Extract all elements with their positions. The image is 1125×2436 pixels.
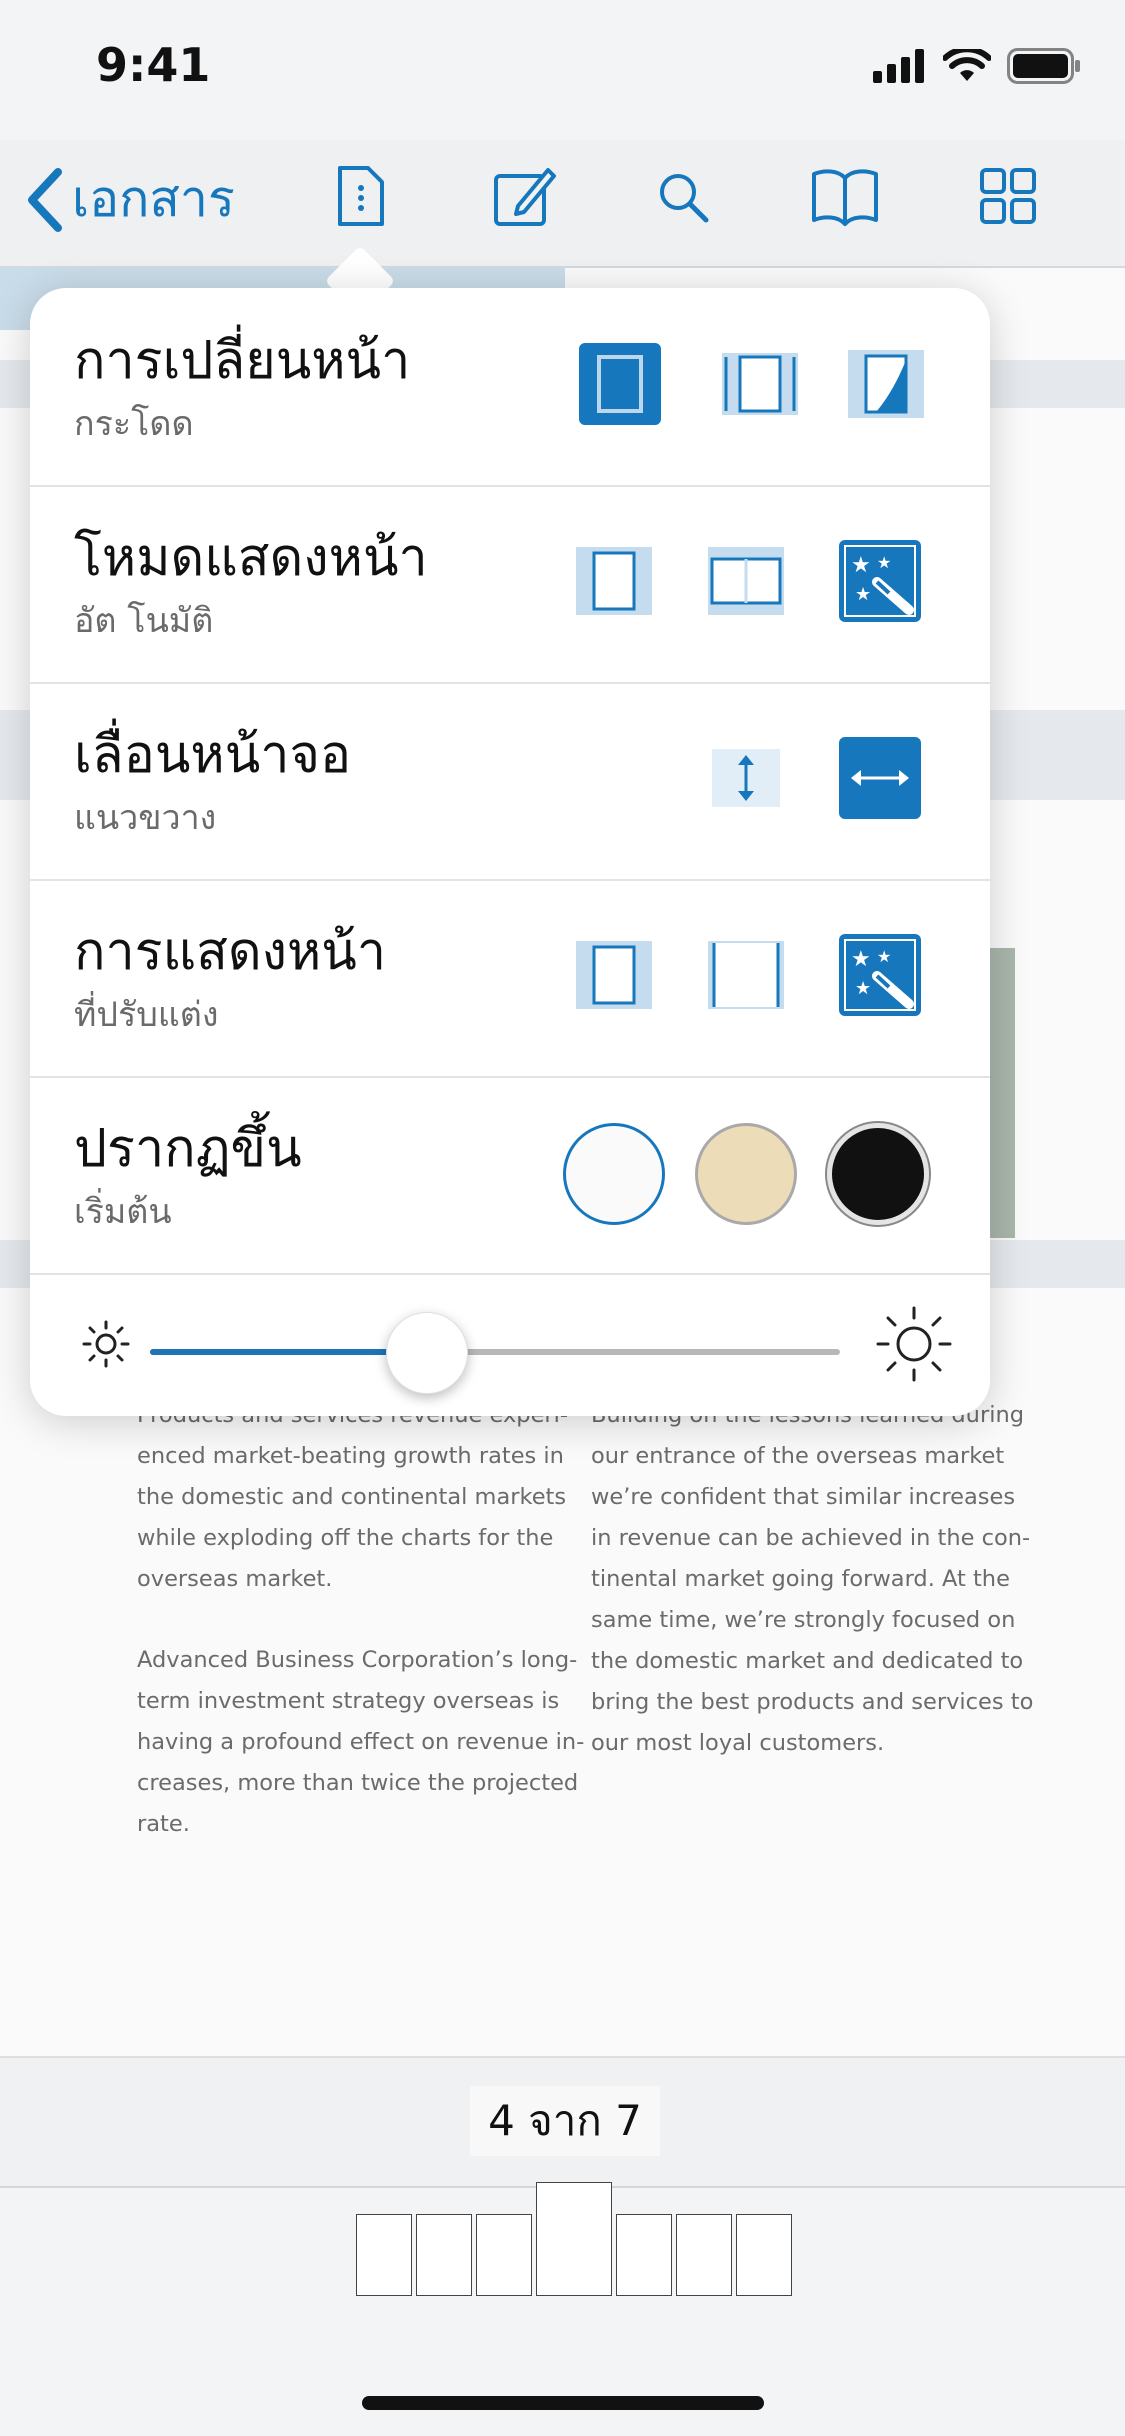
transition-jump-option[interactable] <box>572 336 668 432</box>
grid-view-icon[interactable] <box>978 164 1038 228</box>
row-appearance: ปรากฏขึ้น เริ่มต้น <box>30 1076 990 1275</box>
mode-single-page-option[interactable] <box>566 533 662 629</box>
svg-text:★: ★ <box>877 553 891 572</box>
svg-text:★: ★ <box>855 978 871 999</box>
document-options-icon[interactable] <box>336 164 386 228</box>
appearance-dark-option[interactable] <box>825 1121 931 1227</box>
mode-auto-option[interactable]: ★ ★ ★ <box>832 533 928 629</box>
page-thumbnail[interactable] <box>616 2214 672 2296</box>
sepia-swatch <box>695 1123 797 1225</box>
page-indicator: 4 จาก 7 <box>470 2086 660 2156</box>
row-subtitle: แนวขวาง <box>74 798 217 838</box>
single-page-icon <box>576 547 652 615</box>
row-subtitle: เริ่มต้น <box>74 1192 172 1232</box>
row-page-transition: การเปลี่ยนหน้า กระโดด <box>30 288 990 487</box>
row-page-display: การแสดงหน้า ที่ปรับแต่ง ★ ★ ★ <box>30 879 990 1078</box>
transition-curl-option[interactable] <box>838 336 934 432</box>
fit-page-icon <box>576 941 652 1009</box>
svg-text:★: ★ <box>851 553 871 578</box>
svg-text:★: ★ <box>855 584 871 605</box>
row-subtitle: ที่ปรับแต่ง <box>74 995 219 1035</box>
battery-icon <box>1007 48 1080 84</box>
horizontal-arrows-selected-icon <box>839 737 921 819</box>
view-settings-popover: การเปลี่ยนหน้า กระโดด โหมดแสดงหน้า อัต โ… <box>30 288 990 1416</box>
page-thumbnail[interactable] <box>536 2182 612 2296</box>
brightness-slider-fill <box>150 1349 426 1355</box>
row-title: โหมดแสดงหน้า <box>74 528 428 588</box>
scroll-vertical-option[interactable] <box>698 730 794 826</box>
white-swatch <box>563 1123 665 1225</box>
single-page-selected-icon <box>579 343 661 425</box>
display-fit-page-option[interactable] <box>566 927 662 1023</box>
display-custom-option[interactable]: ★ ★ ★ <box>832 927 928 1023</box>
page-thumbnail[interactable] <box>676 2214 732 2296</box>
brightness-high-icon <box>876 1306 952 1382</box>
magic-wand-selected-icon: ★ ★ ★ <box>839 934 921 1016</box>
appearance-sepia-option[interactable] <box>694 1122 798 1226</box>
page-thumbnail[interactable] <box>356 2214 412 2296</box>
page-thumbnail[interactable] <box>476 2214 532 2296</box>
status-time: 9:41 <box>96 38 211 92</box>
display-fit-width-option[interactable] <box>698 927 794 1023</box>
row-scroll: เลื่อนหน้าจอ แนวขวาง <box>30 682 990 881</box>
magic-wand-selected-icon: ★ ★ ★ <box>839 540 921 622</box>
wifi-icon <box>943 49 991 81</box>
row-title: เลื่อนหน้าจอ <box>74 725 352 785</box>
brightness-slider-thumb[interactable] <box>386 1312 468 1394</box>
transition-slide-option[interactable] <box>712 336 808 432</box>
document-left-column: Products and services revenue experi- en… <box>137 1395 597 1885</box>
mode-two-page-option[interactable] <box>698 533 794 629</box>
annotate-icon[interactable] <box>492 164 558 228</box>
scroll-horizontal-option[interactable] <box>832 730 928 826</box>
row-title: การแสดงหน้า <box>74 922 387 982</box>
appearance-white-option[interactable] <box>562 1122 666 1226</box>
two-page-icon <box>708 547 784 615</box>
status-icons <box>873 48 1081 84</box>
page-thumbnail[interactable] <box>736 2214 792 2296</box>
fit-width-icon <box>708 941 784 1009</box>
chevron-left-icon <box>28 167 62 232</box>
thumbnail-strip <box>356 2182 792 2296</box>
paragraph: Advanced Business Corporation’s long- te… <box>137 1647 585 1837</box>
vertical-arrows-icon <box>712 749 780 807</box>
cellular-signal-icon <box>873 49 924 83</box>
brightness-low-icon <box>82 1320 130 1368</box>
row-subtitle: กระโดด <box>74 404 194 444</box>
svg-text:★: ★ <box>851 947 871 972</box>
svg-text:★: ★ <box>877 947 891 966</box>
row-title: การเปลี่ยนหน้า <box>74 331 411 391</box>
paragraph: Products and services revenue experi- en… <box>137 1402 568 1592</box>
row-page-mode: โหมดแสดงหน้า อัต โนมัติ ★ ★ ★ <box>30 485 990 684</box>
row-title: ปรากฏขึ้น <box>74 1119 302 1179</box>
paragraph: Building on the lessons learned during o… <box>591 1402 1034 1756</box>
page-thumbnail[interactable] <box>416 2214 472 2296</box>
back-label: เอกสาร <box>72 170 235 228</box>
document-right-column: Building on the lessons learned during o… <box>591 1395 1051 1804</box>
home-indicator[interactable] <box>362 2396 764 2410</box>
row-subtitle: อัต โนมัติ <box>74 601 214 641</box>
back-button[interactable]: เอกสาร <box>24 160 235 239</box>
reading-book-icon[interactable] <box>810 164 880 228</box>
dark-swatch <box>825 1121 931 1227</box>
page-curl-icon <box>848 350 924 418</box>
search-icon[interactable] <box>656 164 710 228</box>
pages-slide-icon <box>722 353 798 415</box>
